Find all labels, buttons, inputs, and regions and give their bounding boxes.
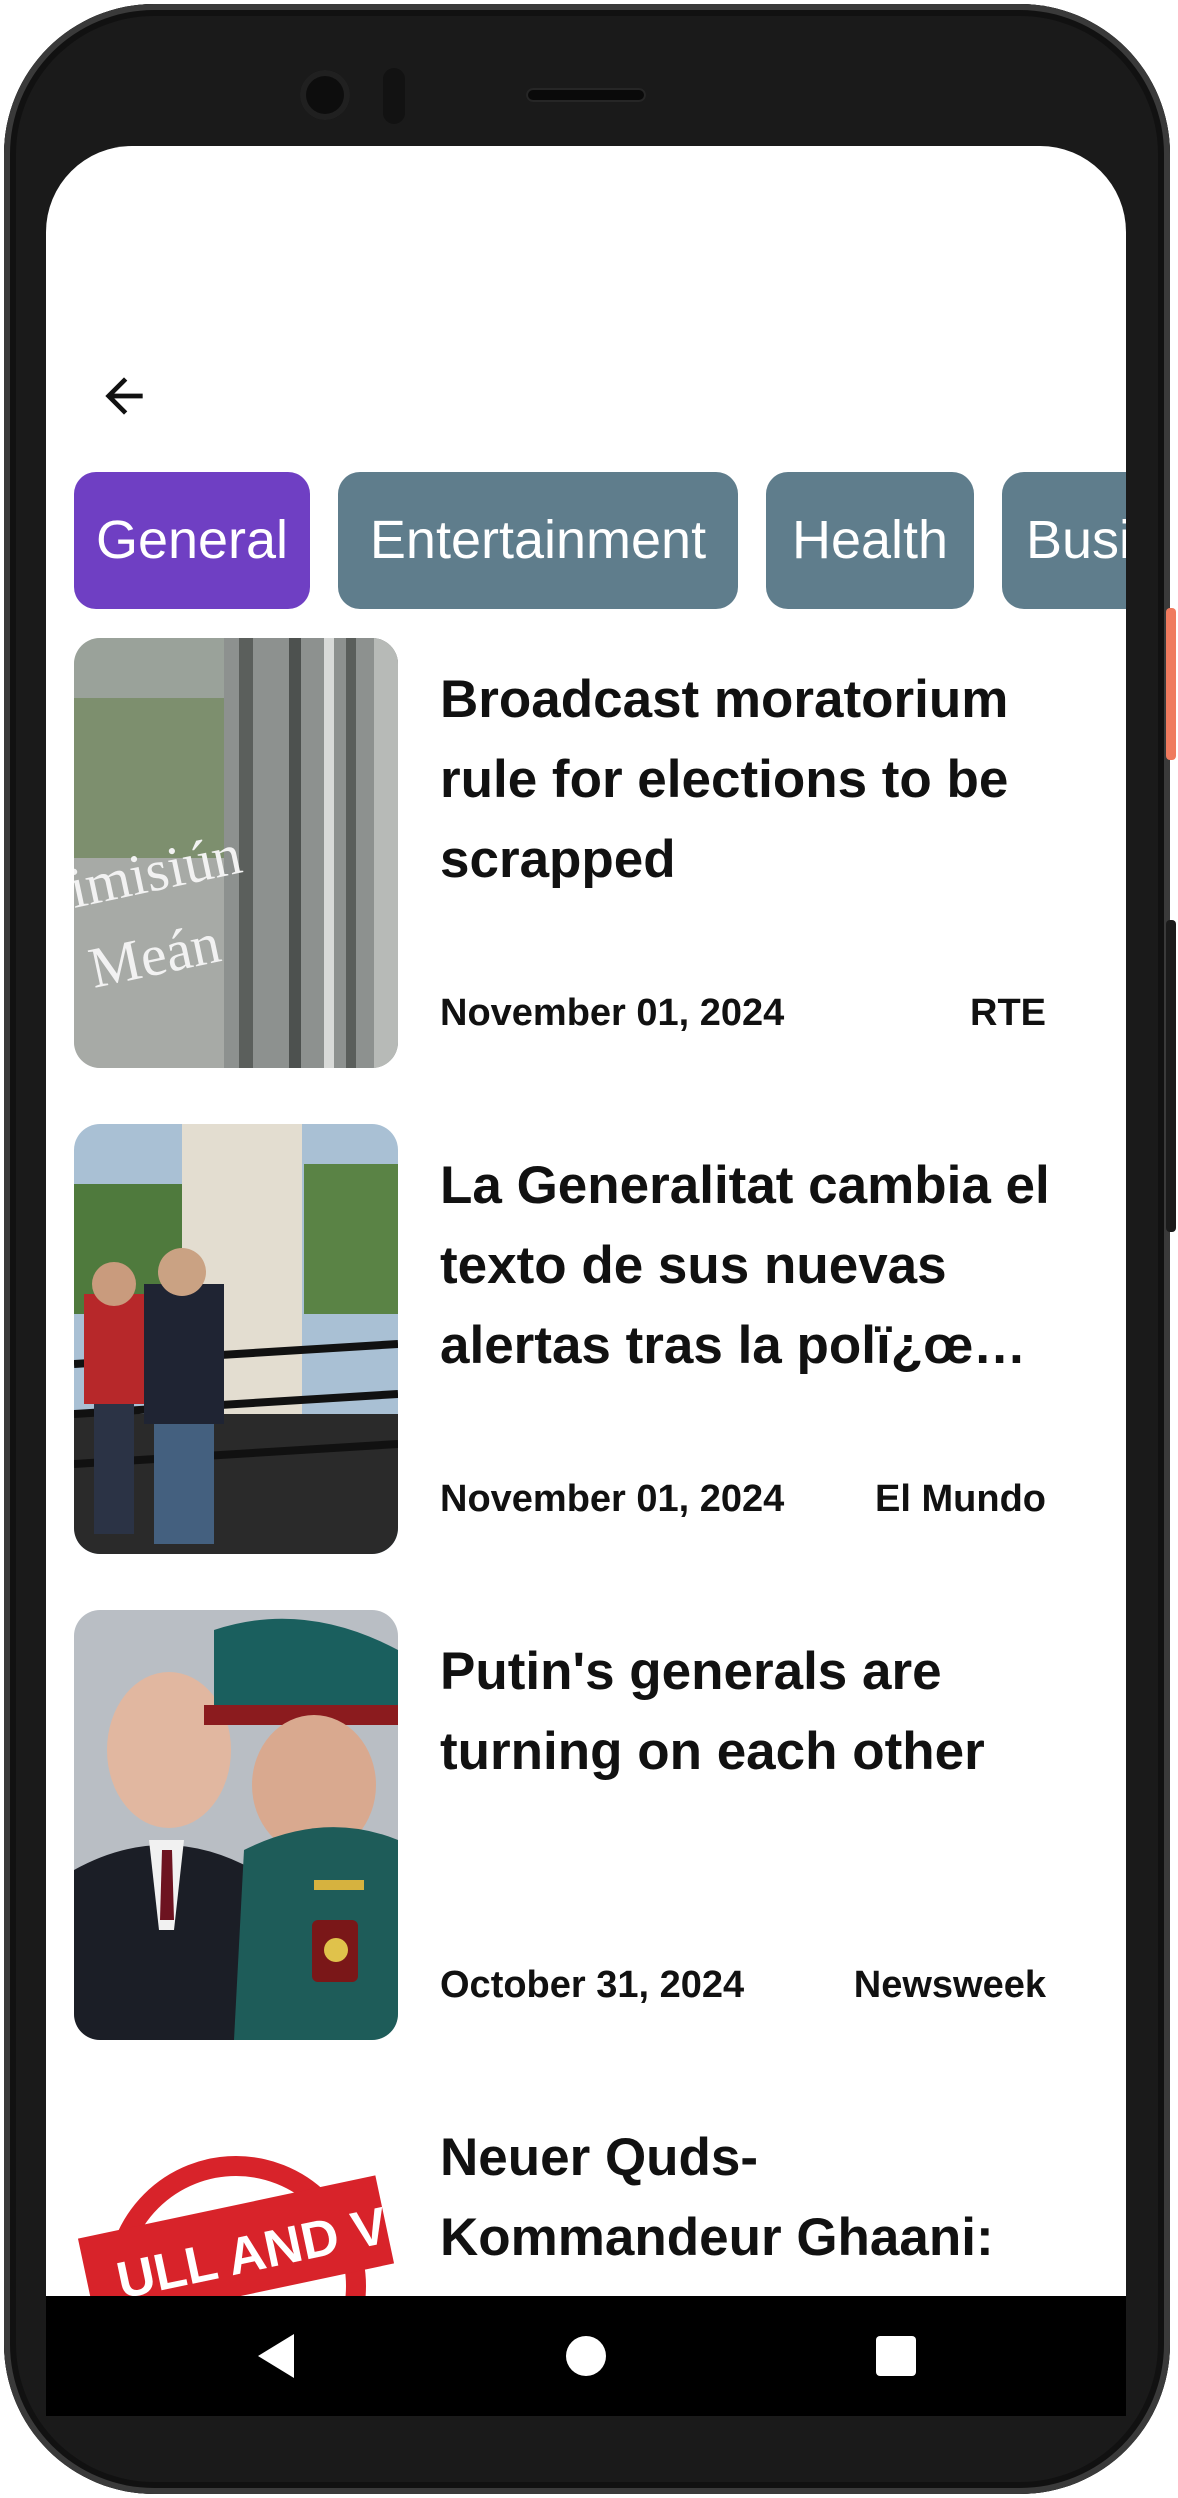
chip-business[interactable]: Business [1002,472,1126,609]
article-title: Putin's generals are turning on each oth… [440,1642,985,1781]
officials-on-stairs-photo [74,1124,398,1554]
article-thumbnail [74,1124,398,1554]
device-frame: General Entertainment Health Business [0,0,1178,2498]
nav-home-button[interactable] [556,2326,616,2386]
article-source: Newsweek [853,1964,1046,2006]
arrow-back-icon [105,377,143,415]
glass-door-building-photo: imisiún Meán [74,638,398,1068]
article-card[interactable]: ULL AND VOID Neuer Quds-Kommandeur Ghaan… [46,2096,1126,2296]
circle-home-icon [566,2336,606,2376]
power-button [1166,608,1176,760]
chip-entertainment[interactable]: Entertainment [338,472,738,609]
earpiece-speaker [526,88,646,102]
two-leaders-talking-photo [74,1610,398,2040]
square-recents-icon [876,2336,916,2376]
article-card[interactable]: La Generalitat cambia el texto de sus nu… [46,1124,1126,1554]
article-thumbnail [74,1610,398,2040]
chip-health[interactable]: Health [766,472,974,609]
article-source: El Mundo [875,1478,1046,1520]
front-camera [300,70,350,120]
back-button[interactable] [94,366,154,426]
nav-back-button[interactable] [246,2326,306,2386]
article-thumbnail: imisiún Meán [74,638,398,1068]
null-and-void-stamp: ULL AND VOID [74,2096,398,2296]
top-app-bar [46,346,1126,436]
article-date: November 01, 2024 [440,992,785,1034]
article-thumbnail: ULL AND VOID [74,2096,398,2296]
system-nav-bar [46,2296,1126,2416]
article-title: La Generalitat cambia el texto de sus nu… [440,1156,1050,1375]
article-source: RTE [970,992,1046,1034]
proximity-sensor [383,68,405,124]
article-title: Neuer Quds-Kommandeur Ghaani: Todesberic… [440,2128,994,2296]
app-screen: General Entertainment Health Business [46,146,1126,2296]
nav-recents-button[interactable] [866,2326,926,2386]
triangle-back-icon [258,2334,294,2378]
article-date: November 01, 2024 [440,1478,785,1520]
article-date: October 31, 2024 [440,1964,745,2006]
article-card[interactable]: imisiún Meán Broadcast moratorium rule f… [46,638,1126,1068]
article-card[interactable]: Putin's generals are turning on each oth… [46,1610,1126,2040]
volume-button [1166,920,1176,1232]
chip-general[interactable]: General [74,472,310,609]
article-title: Broadcast moratorium rule for elections … [440,670,1009,889]
category-chips: General Entertainment Health Business [74,472,1126,612]
